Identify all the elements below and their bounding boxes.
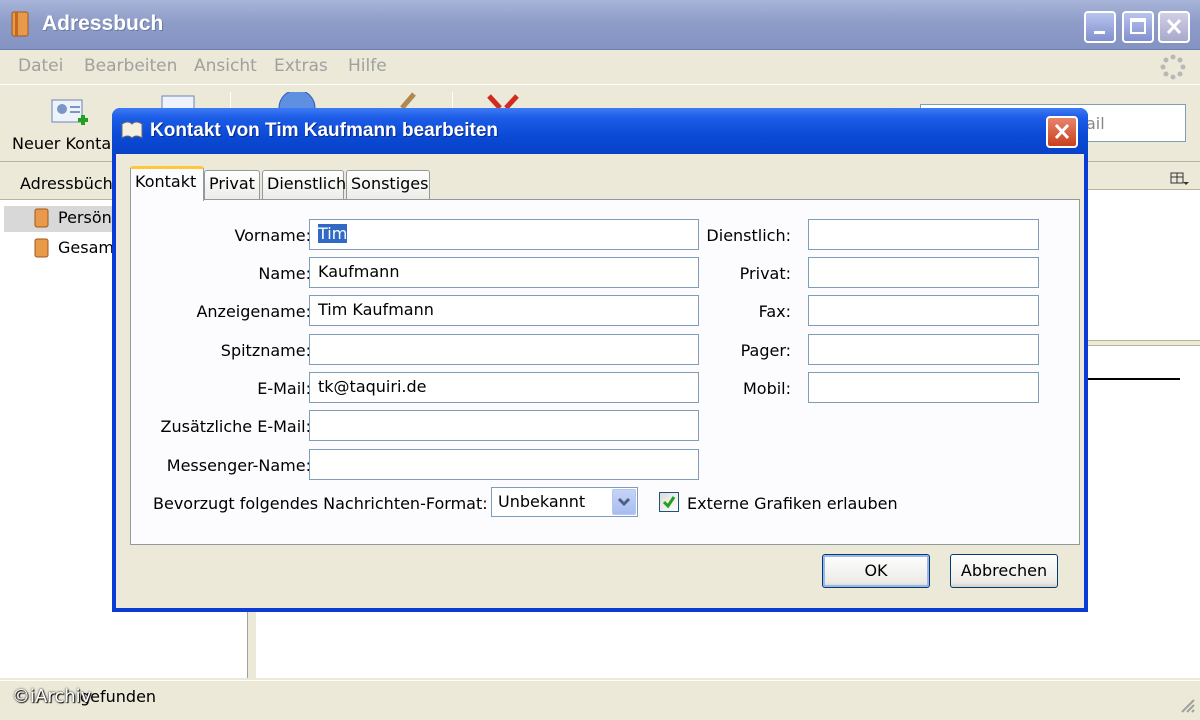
- field-label: Name:: [258, 264, 311, 283]
- field-label: Fax:: [758, 302, 791, 321]
- edit-contact-dialog: Kontakt von Tim Kaufmann bearbeiten Kont…: [112, 108, 1088, 612]
- first-name-value: Tim: [318, 224, 348, 243]
- properties-icon[interactable]: [276, 92, 318, 108]
- window-title: Adressbuch: [42, 12, 164, 35]
- address-book-icon: [34, 208, 49, 228]
- new-contact-button[interactable]: Neuer Kontakt: [12, 134, 127, 153]
- close-icon: [1054, 123, 1070, 140]
- status-text: gefunden: [80, 687, 157, 706]
- contact-card-icon: [121, 121, 143, 139]
- dialog-title: Kontakt von Tim Kaufmann bearbeiten: [150, 120, 499, 141]
- home-phone-field[interactable]: [808, 257, 1039, 288]
- field-label: Zusätzliche E-Mail:: [160, 417, 311, 436]
- resize-grip-icon[interactable]: [1178, 696, 1196, 714]
- address-book-icon: [11, 11, 29, 37]
- first-name-field[interactable]: Tim: [309, 219, 699, 250]
- throbber-icon: [1160, 54, 1186, 80]
- sidebar-item-label: Persön: [58, 208, 112, 227]
- fax-field[interactable]: [808, 295, 1039, 326]
- dialog-body: Kontakt Privat Dienstlich Sonstiges Vorn…: [116, 154, 1084, 608]
- additional-email-field[interactable]: [309, 410, 699, 441]
- menu-ansicht[interactable]: Ansicht: [194, 56, 257, 76]
- field-label: Messenger-Name:: [166, 456, 311, 475]
- field-label: Anzeigename:: [196, 302, 311, 321]
- nickname-field[interactable]: [309, 334, 699, 365]
- maximize-icon: [1130, 18, 1146, 34]
- mobile-field[interactable]: [808, 372, 1039, 403]
- ok-button[interactable]: OK: [822, 554, 930, 588]
- tab-label: Kontakt: [135, 172, 197, 191]
- minimize-icon: [1094, 31, 1105, 34]
- pager-field[interactable]: [808, 334, 1039, 365]
- messenger-name-field[interactable]: [309, 449, 699, 480]
- tab-privat[interactable]: Privat: [204, 170, 260, 200]
- close-button[interactable]: [1158, 11, 1190, 43]
- last-name-field[interactable]: Kaufmann: [309, 257, 699, 288]
- format-label: Bevorzugt folgendes Nachrichten-Format:: [153, 494, 488, 513]
- statusbar: [0, 680, 1200, 720]
- work-phone-field[interactable]: [808, 219, 1039, 250]
- menu-hilfe[interactable]: Hilfe: [348, 56, 387, 76]
- main-titlebar[interactable]: [0, 0, 1200, 50]
- maximize-button[interactable]: [1122, 11, 1154, 43]
- message-format-select[interactable]: Unbekannt: [491, 487, 638, 517]
- email-field[interactable]: tk@taquiri.de: [309, 372, 699, 403]
- column-picker-icon[interactable]: [1168, 170, 1190, 188]
- external-images-checkbox[interactable]: [659, 492, 679, 512]
- field-label: Privat:: [739, 264, 791, 283]
- checkmark-icon: [662, 496, 676, 509]
- tab-label: Dienstlich: [267, 174, 347, 193]
- tab-dienstlich[interactable]: Dienstlich: [262, 170, 347, 200]
- address-book-icon: [34, 238, 49, 258]
- cancel-button[interactable]: Abbrechen: [950, 554, 1058, 588]
- menu-extras[interactable]: Extras: [274, 56, 328, 76]
- search-placeholder: ail: [1086, 114, 1105, 133]
- card-view-divider: [1088, 378, 1180, 380]
- close-icon: [1166, 18, 1182, 35]
- chevron-down-icon: [612, 489, 636, 515]
- watermark: ©iArchiv: [12, 686, 92, 707]
- new-contact-icon[interactable]: [50, 98, 90, 132]
- field-label: Pager:: [740, 341, 791, 360]
- message-format-value: Unbekannt: [498, 492, 586, 511]
- field-label: Mobil:: [742, 379, 791, 398]
- field-label: E-Mail:: [257, 379, 311, 398]
- field-label: Vorname:: [234, 226, 311, 245]
- dialog-close-button[interactable]: [1046, 116, 1078, 148]
- delete-icon[interactable]: [486, 94, 522, 108]
- menu-bearbeiten[interactable]: Bearbeiten: [84, 56, 177, 76]
- menu-datei[interactable]: Datei: [18, 56, 63, 76]
- tab-kontakt[interactable]: Kontakt: [130, 166, 204, 201]
- tab-sonstiges[interactable]: Sonstiges: [346, 170, 430, 200]
- field-label: Dienstlich:: [706, 226, 791, 245]
- minimize-button[interactable]: [1084, 11, 1116, 43]
- tab-panel-kontakt: Vorname: Name: Anzeigename: Spitzname: E…: [130, 199, 1080, 545]
- address-book-header-label: Adressbüch: [20, 174, 113, 193]
- new-list-icon[interactable]: [160, 94, 198, 108]
- menubar: Datei Bearbeiten Ansicht Extras Hilfe: [0, 50, 1200, 84]
- write-icon[interactable]: [394, 92, 420, 108]
- tab-label: Sonstiges: [351, 174, 429, 193]
- tab-label: Privat: [209, 174, 255, 193]
- field-label: Spitzname:: [220, 341, 311, 360]
- display-name-field[interactable]: Tim Kaufmann: [309, 295, 699, 326]
- external-images-label[interactable]: Externe Grafiken erlauben: [687, 494, 898, 513]
